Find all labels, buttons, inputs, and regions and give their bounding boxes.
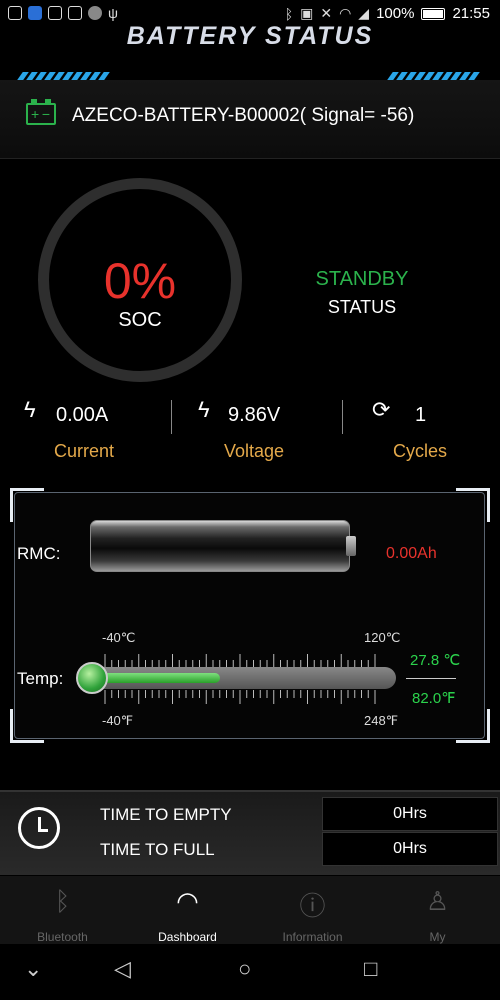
gauge-icon: ◠ bbox=[176, 886, 199, 916]
mute-icon: ✕ bbox=[320, 5, 333, 21]
usb-icon: ψ bbox=[108, 5, 118, 21]
time-to-empty-label: TIME TO EMPTY bbox=[100, 805, 232, 824]
trash-icon bbox=[68, 6, 82, 20]
user-icon: ♙ bbox=[425, 886, 450, 916]
frame-corner bbox=[456, 709, 490, 743]
metric-divider bbox=[342, 400, 343, 434]
status-value: STANDBY bbox=[315, 268, 409, 290]
status-bar-right: ᛒ ▣ ✕ ◠ ◢ 100% 21:55 bbox=[285, 5, 490, 22]
frame-corner bbox=[10, 709, 44, 743]
tab-label: Information bbox=[282, 930, 343, 944]
battery-icon: + − bbox=[26, 99, 56, 125]
rmc-battery-cap bbox=[346, 536, 356, 556]
temp-separator bbox=[406, 678, 456, 679]
tab-label: Bluetooth bbox=[37, 930, 88, 944]
current-label: Current bbox=[54, 441, 115, 461]
metric-divider bbox=[171, 400, 172, 434]
app-notification-icon bbox=[28, 6, 42, 20]
tab-dashboard[interactable]: ◠ Dashboard bbox=[125, 876, 250, 944]
tab-information[interactable]: ⓘ Information bbox=[250, 876, 375, 944]
wifi-icon: ◠ bbox=[339, 5, 352, 21]
time-to-empty-value: 0Hrs bbox=[322, 797, 498, 831]
cycles-refresh-icon: ⟳ bbox=[372, 397, 391, 422]
page-title: BATTERY STATUS bbox=[126, 22, 374, 50]
time-to-full-label: TIME TO FULL bbox=[100, 840, 215, 859]
temp-fahrenheit-value: 82.0℉ bbox=[412, 690, 456, 707]
battery-percent: 100% bbox=[376, 5, 415, 22]
back-icon[interactable]: ◁ bbox=[114, 956, 131, 982]
bluetooth-icon: ᛒ bbox=[54, 886, 71, 916]
cycles-label: Cycles bbox=[393, 441, 448, 461]
status-bar-left: ψ bbox=[8, 5, 118, 21]
device-name: AZECO-BATTERY-B00002( Signal= -56) bbox=[72, 105, 415, 126]
tab-label: Dashboard bbox=[158, 930, 217, 944]
grid-icon bbox=[48, 6, 62, 20]
tab-label: My bbox=[429, 930, 446, 944]
current-bolt-icon: ϟ bbox=[24, 397, 36, 422]
current-value: 0.00A bbox=[56, 404, 109, 426]
header-stripe-right bbox=[387, 67, 480, 80]
tab-bluetooth[interactable]: ᛒ Bluetooth bbox=[0, 876, 125, 944]
cycles-value: 1 bbox=[415, 404, 427, 426]
rmc-value: 0.00Ah bbox=[386, 545, 437, 562]
clock-time: 21:55 bbox=[452, 5, 490, 22]
soc-value: 0% bbox=[103, 253, 177, 309]
status-battery-icon bbox=[421, 7, 446, 20]
soc-label: SOC bbox=[118, 309, 162, 331]
notification-icon bbox=[8, 6, 22, 20]
temp-celsius-value: 27.8 ℃ bbox=[410, 652, 461, 669]
nfc-icon: ▣ bbox=[300, 5, 314, 21]
frame-corner bbox=[10, 488, 44, 522]
chevron-down-icon[interactable]: ⌄ bbox=[24, 956, 42, 982]
rmc-battery-gauge bbox=[90, 520, 350, 572]
recents-icon[interactable]: □ bbox=[364, 956, 377, 982]
clock-icon bbox=[18, 807, 60, 849]
bluetooth-status-icon: ᛒ bbox=[284, 5, 294, 22]
temp-scale-fahrenheit bbox=[104, 690, 376, 704]
rmc-label: RMC: bbox=[17, 544, 61, 563]
time-to-full-value: 0Hrs bbox=[322, 832, 498, 866]
header-stripe-left bbox=[17, 67, 110, 80]
status-label: STATUS bbox=[327, 297, 397, 317]
signal-icon: ◢ bbox=[358, 5, 370, 21]
temp-min-f: -40℉ bbox=[102, 713, 134, 728]
temp-max-f: 248℉ bbox=[364, 713, 399, 728]
temp-label: Temp: bbox=[17, 669, 64, 688]
info-icon: ⓘ bbox=[299, 891, 326, 921]
voltage-label: Voltage bbox=[224, 441, 285, 461]
temp-min-c: -40℃ bbox=[102, 630, 136, 645]
home-icon[interactable]: ○ bbox=[238, 956, 251, 982]
voltage-bolt-icon: ϟ bbox=[198, 397, 210, 422]
circle-icon bbox=[88, 6, 102, 20]
temp-max-c: 120℃ bbox=[364, 630, 401, 645]
frame-corner bbox=[456, 488, 490, 522]
temp-fill bbox=[94, 673, 220, 683]
voltage-value: 9.86V bbox=[228, 404, 281, 426]
tab-my[interactable]: ♙ My bbox=[375, 876, 500, 944]
